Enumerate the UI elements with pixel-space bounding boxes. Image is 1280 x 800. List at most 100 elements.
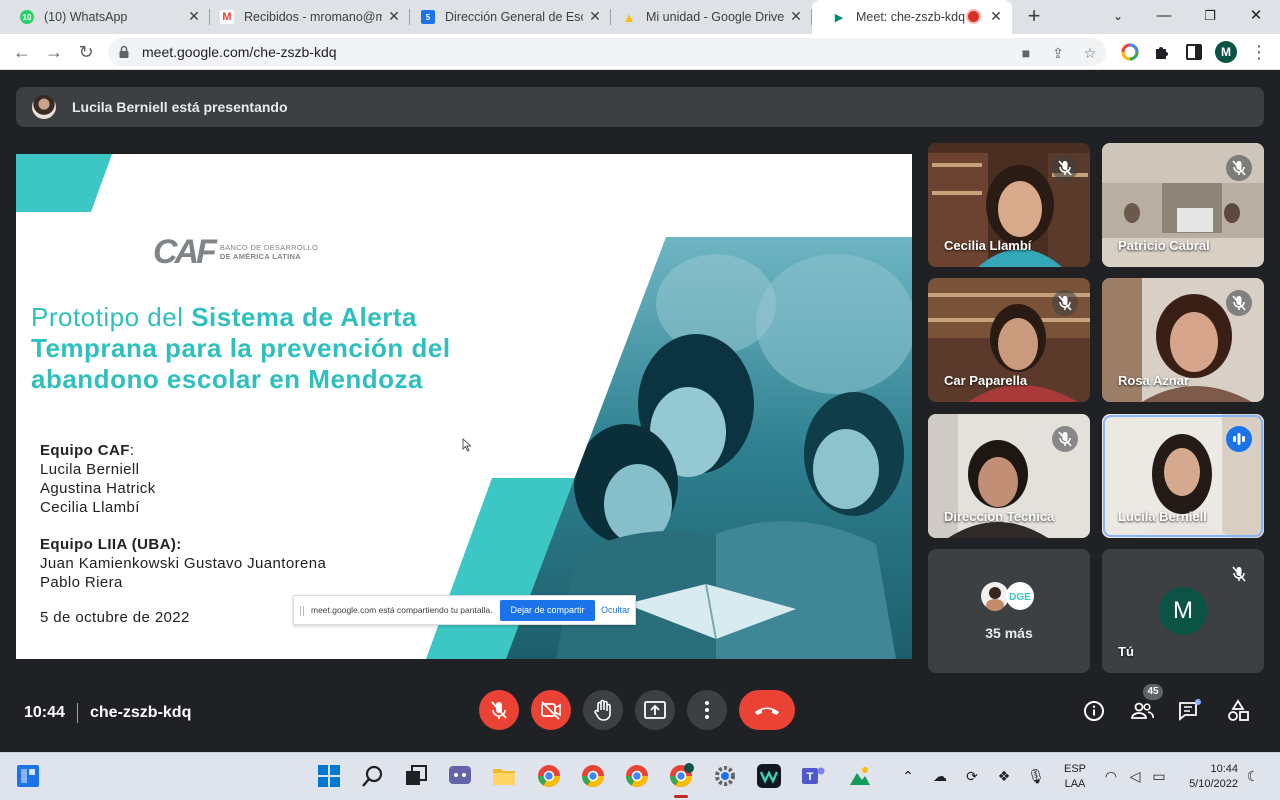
sync-icon[interactable]: ⟳ [963, 767, 981, 785]
participant-tile[interactable]: Cecilia Llambí [928, 143, 1090, 267]
presenting-text: Lucila Berniell está presentando [72, 99, 288, 115]
hide-notice-link[interactable]: Ocultar [601, 605, 630, 615]
task-view-icon[interactable] [403, 763, 429, 789]
search-icon[interactable] [360, 763, 386, 789]
windows-start-icon[interactable] [316, 763, 342, 789]
close-tab-icon[interactable]: ✕ [988, 8, 1004, 24]
present-screen-button[interactable] [635, 690, 675, 730]
close-tab-icon[interactable]: ✕ [587, 8, 603, 24]
participant-tile[interactable]: Car Paparella [928, 278, 1090, 402]
drag-handle-icon[interactable] [300, 606, 304, 616]
widgets-icon[interactable] [15, 763, 41, 789]
camera-in-use-icon[interactable]: ■ [1018, 46, 1034, 60]
close-tab-icon[interactable]: ✕ [386, 8, 402, 24]
wifi-icon[interactable]: ◠ [1102, 767, 1120, 785]
tab-title: Recibidos - mromano@m [244, 10, 382, 24]
hang-up-icon [755, 707, 779, 715]
participant-name: Rosa Aznar [1118, 373, 1190, 388]
mic-off-icon [1226, 290, 1252, 316]
bar-divider [77, 703, 78, 723]
meeting-details-button[interactable] [1081, 698, 1107, 724]
participant-name: Patricio Cabral [1118, 238, 1210, 253]
share-icon[interactable]: ⇪ [1050, 46, 1066, 60]
system-clock[interactable]: 10:44 5/10/2022 [1180, 762, 1238, 792]
minimize-button[interactable]: — [1152, 4, 1176, 28]
photos-icon[interactable] [846, 763, 872, 789]
participant-name: Car Paparella [944, 373, 1028, 388]
more-participants-count: 35 más [985, 625, 1033, 641]
team-caf-heading: Equipo CAF [40, 442, 130, 459]
show-hidden-icons-chevron-icon[interactable]: ⌃ [899, 767, 917, 785]
chrome-icon[interactable] [624, 763, 650, 789]
tab-whatsapp[interactable]: 10 (10) WhatsApp ✕ [0, 0, 210, 34]
participant-tile[interactable]: Direccion Tecnica [928, 414, 1090, 538]
mic-off-icon [1226, 155, 1252, 181]
mic-off-icon [491, 701, 507, 719]
back-button[interactable]: ← [10, 40, 34, 64]
volume-icon[interactable]: ◁ [1126, 767, 1144, 785]
chrome-icon[interactable] [536, 763, 562, 789]
tab-meet[interactable]: ▶ Meet: che-zszb-kdq ✕ [812, 0, 1012, 34]
info-icon [1084, 701, 1104, 721]
people-button[interactable] [1129, 698, 1155, 724]
participant-tile[interactable]: Patricio Cabral [1102, 143, 1264, 267]
mouse-cursor-icon [462, 438, 472, 452]
file-explorer-icon[interactable] [491, 763, 517, 789]
teams-icon[interactable]: T [800, 763, 826, 789]
side-panel-icon[interactable] [1185, 43, 1203, 61]
speaking-indicator-icon [1226, 426, 1252, 452]
profile-avatar[interactable]: M [1215, 41, 1237, 63]
chat-button[interactable] [1177, 698, 1203, 724]
more-participants-tile[interactable]: DGE 35 más [928, 549, 1090, 673]
mic-off-icon [1052, 426, 1078, 452]
shared-screen-slide: CAF BANCO DE DESARROLLO DE AMÉRICA LATIN… [16, 154, 912, 659]
tab-google-drive[interactable]: ▲ Mi unidad - Google Drive ✕ [602, 0, 812, 34]
focus-moon-icon[interactable]: ☾ [1244, 767, 1262, 785]
address-bar[interactable]: meet.google.com/che-zszb-kdq ■ ⇪ ☆ [108, 38, 1106, 66]
chrome-active-profile-icon[interactable] [668, 763, 694, 789]
activities-button[interactable] [1225, 698, 1251, 724]
svg-text:T: T [807, 771, 814, 783]
self-tile[interactable]: M Tú [1102, 549, 1264, 673]
windows-taskbar: T ⌃ ☁ ⟳ ❖ 🎙 ESP LAA ◠ ◁ ▭ 10:44 5/10/202… [0, 752, 1280, 800]
slide-date: 5 de octubre de 2022 [40, 609, 190, 626]
close-tab-icon[interactable]: ✕ [788, 8, 804, 24]
stop-sharing-button[interactable]: Dejar de compartir [500, 600, 595, 621]
tab-title: (10) WhatsApp [44, 10, 128, 24]
reload-button[interactable]: ↻ [74, 40, 98, 64]
forward-button[interactable]: → [42, 40, 66, 64]
participant-tile[interactable]: Rosa Aznar [1102, 278, 1264, 402]
teams-chat-icon[interactable] [447, 763, 473, 789]
webex-icon[interactable] [756, 763, 782, 789]
raise-hand-button[interactable] [583, 690, 623, 730]
leave-call-button[interactable] [739, 690, 795, 730]
input-language[interactable]: ESP LAA [1062, 762, 1088, 792]
toggle-camera-button[interactable] [531, 690, 571, 730]
microphone-in-use-icon[interactable]: 🎙 [1027, 767, 1045, 785]
tab-title: Meet: che-zszb-kdq [856, 10, 966, 24]
tab-direccion-general[interactable]: 5 Dirección General de Escu ✕ [401, 0, 611, 34]
participant-tile-active-speaker[interactable]: Lucila Berniell [1102, 414, 1264, 538]
presenter-avatar [32, 95, 56, 119]
onedrive-icon[interactable]: ☁ [931, 767, 949, 785]
team-member: Pablo Riera [40, 574, 123, 591]
recording-icon [968, 11, 979, 22]
dropbox-icon[interactable]: ❖ [995, 767, 1013, 785]
new-tab-button[interactable]: + [1022, 5, 1046, 29]
extensions-puzzle-icon[interactable] [1153, 43, 1171, 61]
color-extension-icon[interactable] [1121, 43, 1139, 61]
team-member: Cecilia Llambí [40, 499, 140, 516]
chrome-profile-icon[interactable] [580, 763, 606, 789]
browser-menu-icon[interactable]: ⋮ [1250, 42, 1268, 62]
tab-title: Mi unidad - Google Drive [646, 10, 785, 24]
battery-icon[interactable]: ▭ [1150, 767, 1168, 785]
toggle-microphone-button[interactable] [479, 690, 519, 730]
restore-button[interactable]: ❐ [1198, 4, 1222, 28]
browser-toolbar: ← → ↻ meet.google.com/che-zszb-kdq ■ ⇪ ☆… [0, 34, 1280, 70]
settings-gear-icon[interactable] [712, 763, 738, 789]
tab-search-icon[interactable]: ⌄ [1106, 4, 1130, 28]
bookmark-star-icon[interactable]: ☆ [1082, 46, 1098, 60]
more-options-button[interactable] [687, 690, 727, 730]
tab-gmail[interactable]: M Recibidos - mromano@m ✕ [200, 0, 410, 34]
close-window-button[interactable]: ✕ [1244, 4, 1268, 28]
